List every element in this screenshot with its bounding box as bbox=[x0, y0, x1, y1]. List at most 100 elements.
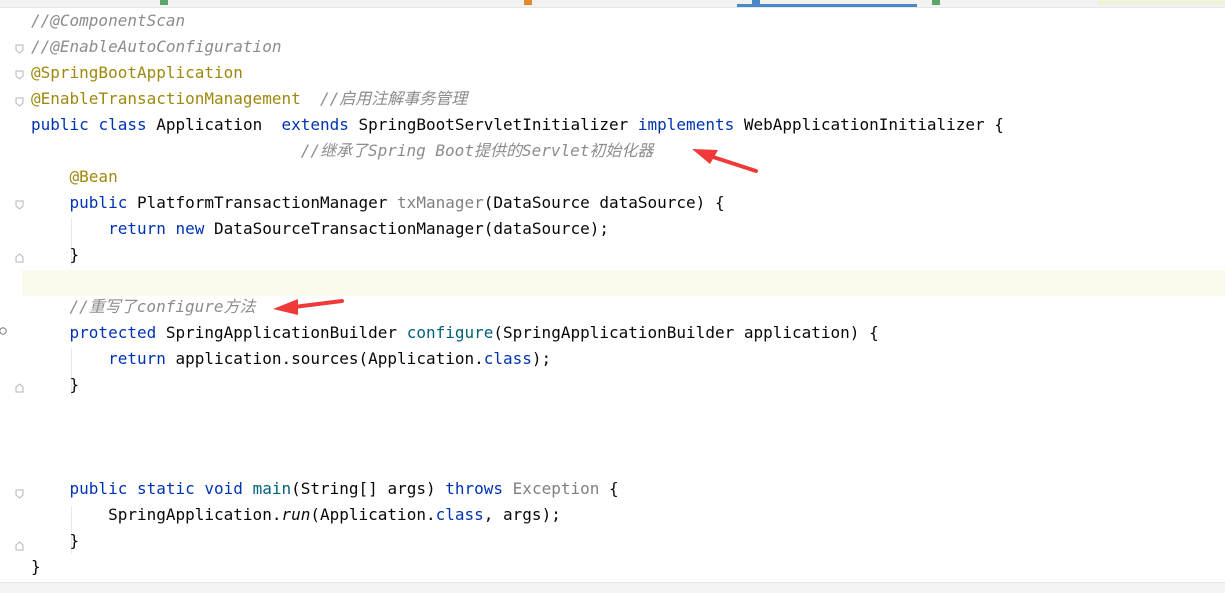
editor-tab-bar[interactable] bbox=[0, 0, 1225, 8]
code-token: implements bbox=[637, 115, 735, 134]
tab-icon-scrap bbox=[932, 0, 940, 5]
code-token: run bbox=[281, 505, 311, 524]
code-token: class bbox=[435, 505, 484, 524]
code-token: SpringApplicationBuilder bbox=[156, 323, 407, 342]
code-line[interactable]: public class Application extends SpringB… bbox=[31, 112, 1004, 138]
code-line[interactable]: //@ComponentScan bbox=[31, 8, 185, 34]
code-token: (String[] args) bbox=[291, 479, 446, 498]
code-line[interactable]: return new DataSourceTransactionManager(… bbox=[31, 216, 609, 242]
code-token: SpringBootServletInitializer bbox=[348, 115, 638, 134]
code-editor[interactable]: //@ComponentScan //@EnableAutoConfigurati… bbox=[0, 8, 1225, 582]
code-token: new bbox=[175, 219, 205, 238]
code-line[interactable]: } bbox=[31, 372, 80, 398]
code-token: class bbox=[98, 115, 147, 134]
code-line[interactable]: SpringApplication.run(Application.class,… bbox=[31, 502, 561, 528]
code-token: application.sources(Application. bbox=[165, 349, 484, 368]
code-token: } bbox=[31, 245, 80, 264]
code-token: //启用注解事务管理 bbox=[319, 89, 468, 108]
code-token: ); bbox=[531, 349, 552, 368]
code-token: throws bbox=[445, 479, 504, 498]
code-token: configure bbox=[406, 323, 494, 342]
code-line[interactable]: } bbox=[31, 528, 80, 554]
code-token: extends bbox=[281, 115, 349, 134]
code-token: public bbox=[31, 115, 89, 134]
code-token: (SpringApplicationBuilder application) { bbox=[493, 323, 879, 342]
code-token: //@EnableAutoConfiguration bbox=[31, 37, 282, 56]
code-token: SpringApplication. bbox=[31, 505, 282, 524]
editor-gutter bbox=[0, 8, 24, 592]
code-token: static bbox=[136, 479, 195, 498]
fold-marker-icon[interactable] bbox=[15, 97, 24, 107]
code-token: } bbox=[31, 557, 41, 576]
code-token: main bbox=[252, 479, 292, 498]
code-token: //继承了Spring Boot提供的Servlet初始化器 bbox=[300, 141, 654, 160]
code-token: return bbox=[108, 219, 166, 238]
red-arrow-icon bbox=[273, 299, 344, 315]
tab-icon-scrap bbox=[160, 0, 168, 5]
fold-marker-icon[interactable] bbox=[15, 489, 24, 499]
code-token: WebApplicationInitializer { bbox=[734, 115, 1004, 134]
code-token: class bbox=[483, 349, 532, 368]
code-token: protected bbox=[69, 323, 157, 342]
code-token: @EnableTransactionManagement bbox=[31, 89, 301, 108]
current-line-highlight bbox=[22, 270, 1225, 296]
code-token: PlatformTransactionManager bbox=[127, 193, 398, 212]
code-token: public bbox=[69, 479, 128, 498]
fold-marker-icon[interactable] bbox=[15, 70, 24, 80]
override-icon[interactable] bbox=[0, 326, 9, 336]
fold-end-icon[interactable] bbox=[15, 383, 24, 393]
code-token: Exception bbox=[512, 479, 600, 498]
code-token: @Bean bbox=[69, 167, 118, 186]
code-line[interactable]: public PlatformTransactionManager txMana… bbox=[31, 190, 725, 216]
fold-end-icon[interactable] bbox=[15, 253, 24, 263]
code-token: } bbox=[31, 531, 80, 550]
code-line[interactable]: @Bean bbox=[31, 164, 118, 190]
code-line[interactable]: } bbox=[31, 554, 41, 580]
code-line[interactable]: protected SpringApplicationBuilder confi… bbox=[31, 320, 879, 346]
code-token: (DataSource dataSource) { bbox=[483, 193, 725, 212]
code-token: void bbox=[204, 479, 243, 498]
code-token: return bbox=[108, 349, 166, 368]
code-token: , args); bbox=[483, 505, 561, 524]
horizontal-scrollbar[interactable] bbox=[0, 582, 1225, 593]
code-token: } bbox=[31, 375, 80, 394]
fold-marker-icon[interactable] bbox=[15, 44, 24, 54]
code-token: @SpringBootApplication bbox=[31, 63, 243, 82]
code-line[interactable]: //@EnableAutoConfiguration bbox=[31, 34, 281, 60]
code-line[interactable]: @SpringBootApplication bbox=[31, 60, 243, 86]
code-token: //重写了configure方法 bbox=[69, 297, 256, 316]
code-token: DataSourceTransactionManager(dataSource)… bbox=[204, 219, 609, 238]
code-token: txManager bbox=[397, 193, 484, 212]
code-token: public bbox=[69, 193, 128, 212]
code-line[interactable]: @EnableTransactionManagement //启用注解事务管理 bbox=[31, 86, 467, 112]
tab-icon-scrap bbox=[524, 0, 532, 5]
code-token: Application bbox=[146, 115, 282, 134]
fold-end-icon[interactable] bbox=[15, 541, 24, 551]
code-token: //@ComponentScan bbox=[31, 11, 186, 30]
code-token: (Application. bbox=[310, 505, 436, 524]
code-line[interactable]: //继承了Spring Boot提供的Servlet初始化器 bbox=[31, 138, 654, 164]
code-line[interactable]: //重写了configure方法 bbox=[31, 294, 256, 320]
code-line[interactable]: return application.sources(Application.c… bbox=[31, 346, 551, 372]
red-arrow-icon bbox=[692, 149, 758, 173]
code-line[interactable]: } bbox=[31, 242, 80, 268]
fold-marker-icon[interactable] bbox=[15, 200, 24, 210]
active-tab-indicator bbox=[737, 4, 917, 7]
code-line[interactable]: public static void main(String[] args) t… bbox=[31, 476, 619, 502]
code-token: { bbox=[599, 479, 619, 498]
